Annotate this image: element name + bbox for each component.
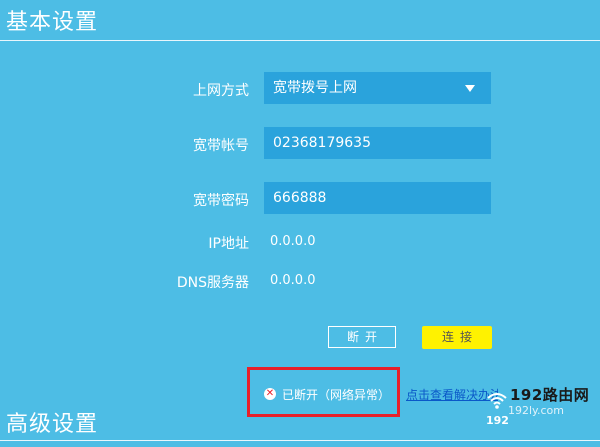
watermark-number: 192 [486, 414, 509, 427]
account-label: 宽带帐号 [193, 138, 249, 154]
connection-type-value: 宽带拨号上网 [273, 80, 357, 96]
password-input[interactable]: 666888 [264, 182, 491, 214]
connection-type-select[interactable]: 宽带拨号上网 [264, 72, 491, 104]
connection-type-label: 上网方式 [193, 83, 249, 99]
watermark-logo: 192路由网 192ly.com 192 [486, 384, 598, 434]
watermark-site: 192ly.com [508, 404, 564, 417]
disconnect-button[interactable]: 断开 [328, 326, 396, 348]
watermark-brand: 192路由网 [510, 386, 590, 404]
section-divider [0, 40, 600, 41]
advanced-settings-title: 高级设置 [6, 412, 99, 437]
account-input[interactable]: 02368179635 [264, 127, 491, 159]
connect-button[interactable]: 连接 [422, 326, 492, 349]
connection-status-text: 已断开（网络异常） [282, 388, 391, 402]
wifi-signal-icon [487, 393, 507, 409]
chevron-down-icon[interactable] [465, 85, 475, 92]
help-solution-link[interactable]: 点击查看解决办法 [406, 386, 498, 403]
ip-value: 0.0.0.0 [270, 234, 316, 249]
section-divider [0, 440, 600, 441]
basic-settings-title: 基本设置 [6, 10, 99, 35]
dns-label: DNS服务器 [176, 275, 249, 291]
dns-value: 0.0.0.0 [270, 273, 316, 288]
error-x-icon: ✕ [264, 388, 276, 400]
ip-label: IP地址 [208, 236, 249, 252]
password-label: 宽带密码 [193, 193, 249, 209]
